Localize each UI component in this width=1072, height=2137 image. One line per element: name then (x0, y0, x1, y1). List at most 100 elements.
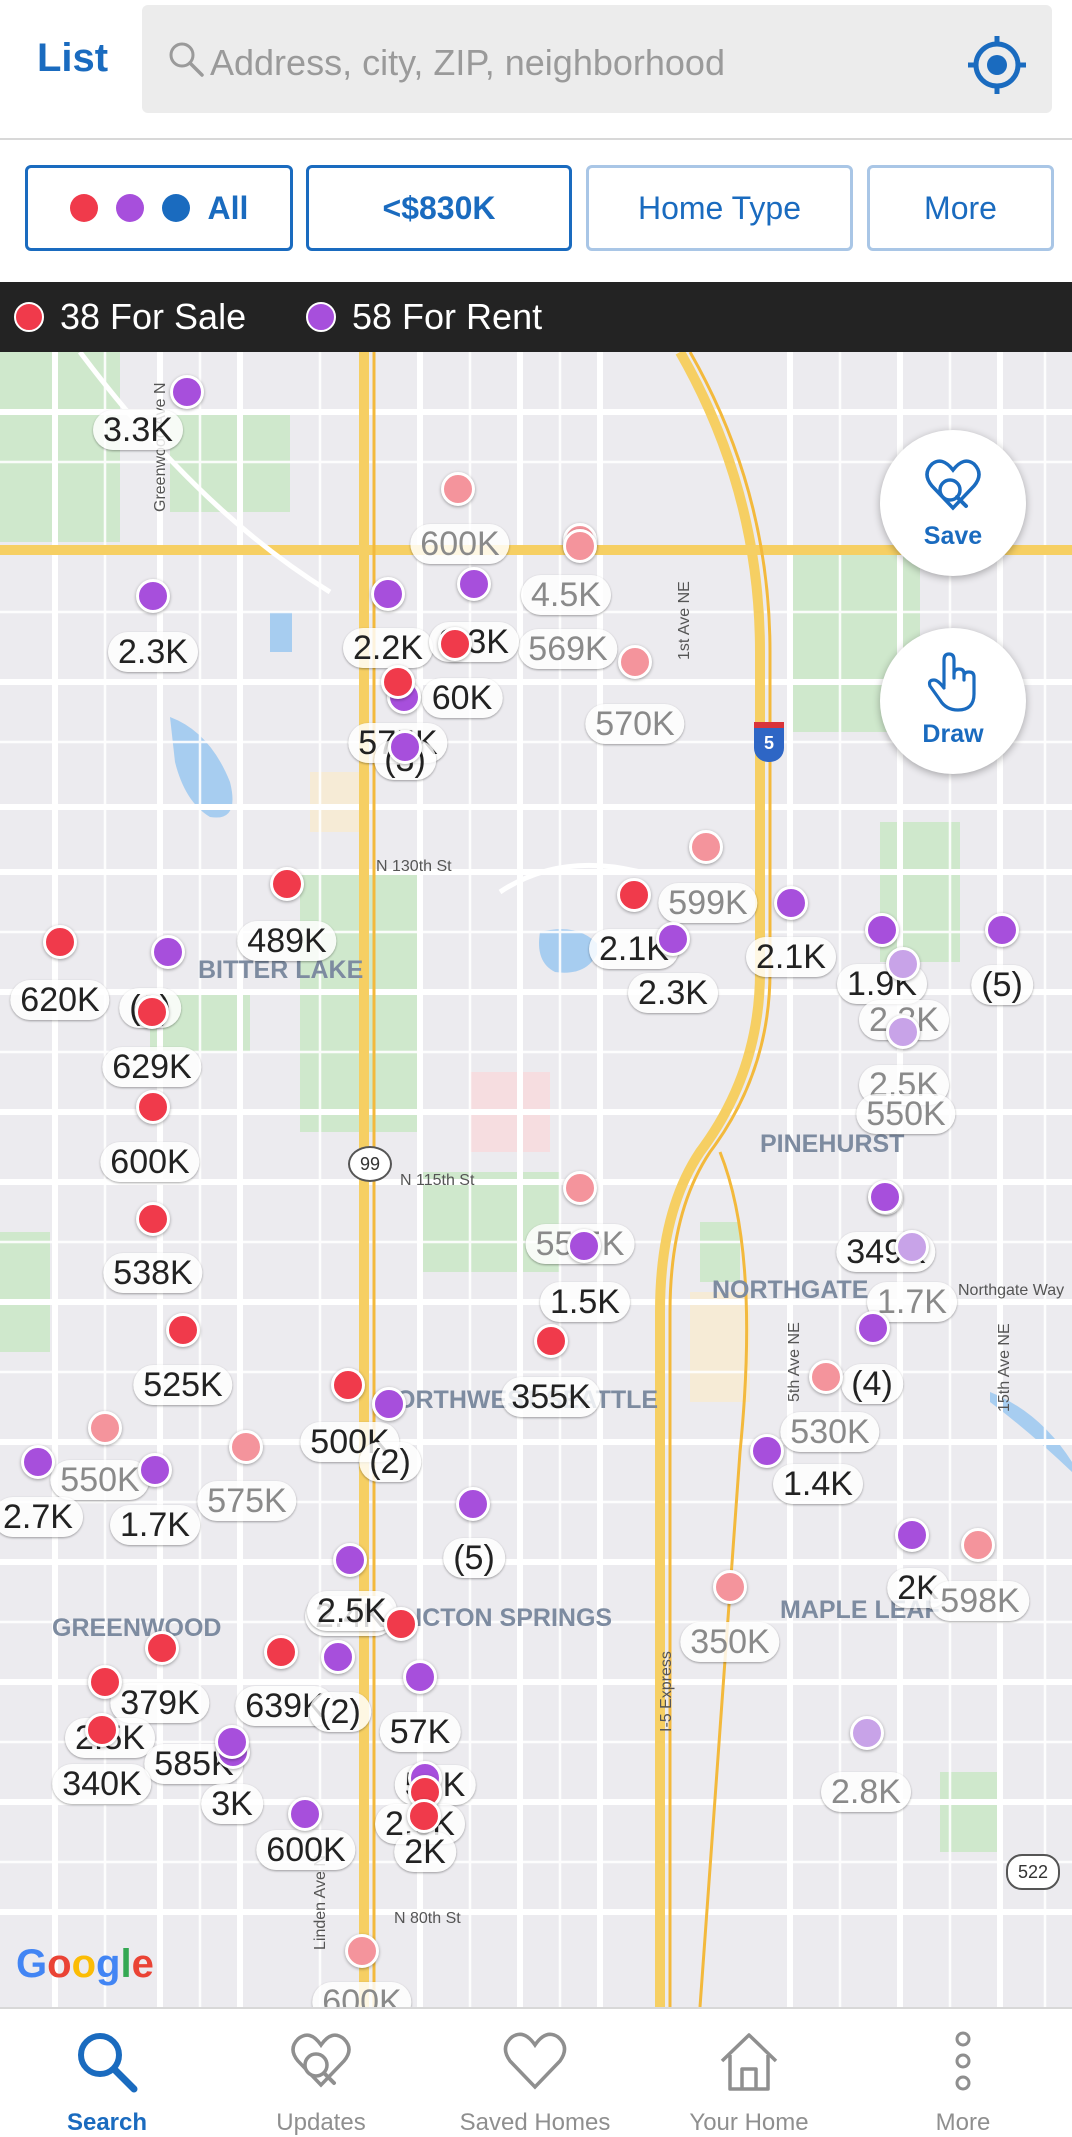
for-sale-pin[interactable] (264, 1635, 298, 1669)
price-label[interactable]: 600K (312, 1982, 412, 2007)
for-rent-pin[interactable] (21, 1445, 55, 1479)
for-rent-pin[interactable] (774, 886, 808, 920)
for-sale-pin[interactable] (407, 1799, 441, 1833)
for-sale-pin[interactable] (438, 627, 472, 661)
price-filter[interactable]: <$830K (306, 165, 572, 251)
for-rent-pin[interactable] (388, 730, 422, 764)
for-sale-pin[interactable] (331, 1368, 365, 1402)
price-label[interactable]: (5) (443, 1538, 505, 1578)
price-label[interactable]: 525K (133, 1365, 233, 1405)
for-rent-pin[interactable] (333, 1543, 367, 1577)
price-label[interactable]: 1.4K (773, 1464, 863, 1504)
for-sale-pin[interactable] (88, 1411, 122, 1445)
for-sale-pin[interactable] (345, 1934, 379, 1968)
price-label[interactable]: 2.8K (821, 1772, 911, 1812)
price-label[interactable]: 379K (110, 1683, 210, 1723)
for-rent-pin[interactable] (895, 1230, 929, 1264)
for-rent-pin[interactable] (288, 1797, 322, 1831)
price-label[interactable]: (4) (841, 1364, 903, 1404)
for-sale-pin[interactable] (85, 1713, 119, 1747)
for-rent-pin[interactable] (372, 1387, 406, 1421)
price-label[interactable]: 1.5K (540, 1282, 630, 1322)
price-label[interactable]: 550K (856, 1094, 956, 1134)
price-label[interactable]: 600K (100, 1142, 200, 1182)
for-sale-pin[interactable] (441, 472, 475, 506)
for-sale-pin[interactable] (88, 1665, 122, 1699)
for-rent-pin[interactable] (138, 1453, 172, 1487)
for-rent-pin[interactable] (456, 1487, 490, 1521)
for-sale-pin[interactable] (145, 1631, 179, 1665)
more-filters[interactable]: More (867, 165, 1054, 251)
price-label[interactable]: 575K (197, 1481, 297, 1521)
price-label[interactable]: 538K (103, 1253, 203, 1293)
for-sale-pin[interactable] (381, 665, 415, 699)
home-type-filter[interactable]: Home Type (586, 165, 853, 251)
price-label[interactable]: 57K (379, 1712, 461, 1752)
for-sale-pin[interactable] (563, 529, 597, 563)
for-sale-pin[interactable] (713, 1570, 747, 1604)
save-search-button[interactable]: Save (880, 430, 1026, 576)
price-label[interactable]: 629K (102, 1047, 202, 1087)
price-label[interactable]: 569K (518, 629, 618, 669)
for-sale-pin[interactable] (384, 1607, 418, 1641)
price-label[interactable]: 340K (52, 1764, 152, 1804)
for-rent-pin[interactable] (750, 1434, 784, 1468)
for-sale-pin[interactable] (689, 830, 723, 864)
for-sale-pin[interactable] (270, 867, 304, 901)
for-rent-pin[interactable] (403, 1660, 437, 1694)
price-label[interactable]: 2.1K (746, 937, 836, 977)
for-rent-pin[interactable] (886, 947, 920, 981)
for-rent-pin[interactable] (856, 1311, 890, 1345)
for-rent-pin[interactable] (215, 1725, 249, 1759)
price-label[interactable]: 60K (421, 678, 503, 718)
for-rent-pin[interactable] (136, 579, 170, 613)
draw-button[interactable]: Draw (880, 628, 1026, 774)
for-rent-pin[interactable] (985, 913, 1019, 947)
price-label[interactable]: 355K (501, 1377, 601, 1417)
for-rent-pin[interactable] (886, 1015, 920, 1049)
for-sale-pin[interactable] (166, 1313, 200, 1347)
price-label[interactable]: 600K (410, 524, 510, 564)
for-sale-pin[interactable] (229, 1430, 263, 1464)
for-rent-pin[interactable] (457, 567, 491, 601)
list-view-link[interactable]: List (37, 36, 108, 81)
for-sale-pin[interactable] (43, 925, 77, 959)
price-label[interactable]: 350K (680, 1622, 780, 1662)
price-label[interactable]: 3.3K (93, 410, 183, 450)
for-sale-pin[interactable] (136, 1202, 170, 1236)
price-label[interactable]: 598K (930, 1581, 1030, 1621)
for-rent-pin[interactable] (868, 1180, 902, 1214)
for-rent-pin[interactable] (151, 935, 185, 969)
price-label[interactable]: 2.7K (0, 1497, 83, 1537)
for-rent-pin[interactable] (850, 1716, 884, 1750)
price-label[interactable]: 570K (585, 704, 685, 744)
price-label[interactable]: 2.2K (343, 628, 433, 668)
for-sale-pin[interactable] (809, 1360, 843, 1394)
map-canvas[interactable]: BITTER LAKE PINEHURST NORTHGATE GREENWOO… (0, 352, 1072, 2007)
nav-your-home[interactable]: Your Home (642, 2009, 856, 2137)
search-input[interactable]: Address, city, ZIP, neighborhood (142, 5, 1052, 113)
price-label[interactable]: 2K (394, 1832, 456, 1872)
for-sale-pin[interactable] (135, 995, 169, 1029)
for-sale-pin[interactable] (617, 878, 651, 912)
price-label[interactable]: (2) (309, 1692, 371, 1732)
price-label[interactable]: 489K (237, 921, 337, 961)
current-location-icon[interactable] (966, 34, 1028, 96)
for-rent-pin[interactable] (170, 375, 204, 409)
price-label[interactable]: 599K (658, 883, 758, 923)
for-sale-pin[interactable] (961, 1528, 995, 1562)
for-rent-pin[interactable] (656, 922, 690, 956)
for-sale-pin[interactable] (563, 1171, 597, 1205)
for-sale-pin[interactable] (618, 645, 652, 679)
price-label[interactable]: 3K (201, 1784, 263, 1824)
nav-updates[interactable]: Updates (214, 2009, 428, 2137)
nav-saved-homes[interactable]: Saved Homes (428, 2009, 642, 2137)
price-label[interactable]: 620K (10, 980, 110, 1020)
for-rent-pin[interactable] (895, 1518, 929, 1552)
price-label[interactable]: 530K (780, 1412, 880, 1452)
price-label[interactable]: 600K (256, 1830, 356, 1870)
nav-search[interactable]: Search (0, 2009, 214, 2137)
for-rent-pin[interactable] (865, 913, 899, 947)
price-label[interactable]: (2) (359, 1442, 421, 1482)
nav-more[interactable]: More (856, 2009, 1070, 2137)
